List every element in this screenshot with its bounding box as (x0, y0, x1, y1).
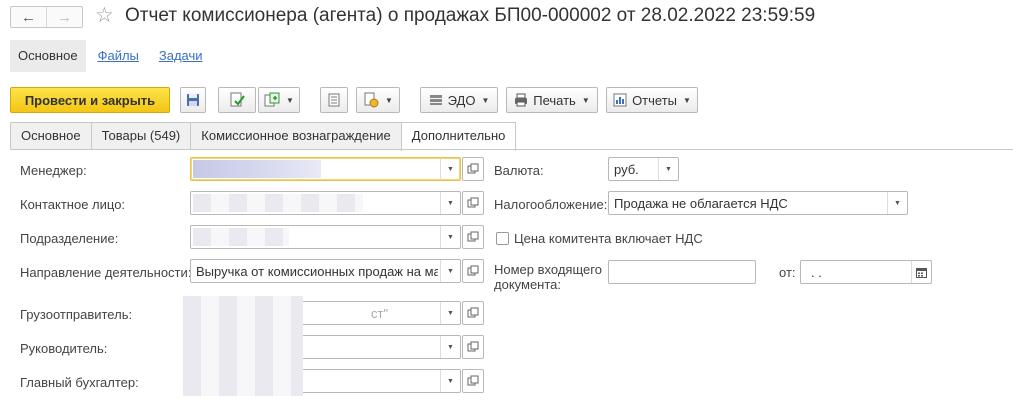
open-icon (467, 307, 479, 318)
edo-button[interactable]: ЭДО ▼ (420, 87, 498, 113)
redacted-value (193, 194, 363, 212)
redacted-block (183, 296, 303, 396)
open-icon (467, 341, 479, 352)
section-nav: Основное Файлы Задачи (10, 40, 211, 72)
chevron-down-icon[interactable]: ▼ (440, 302, 460, 324)
tab-additional[interactable]: Дополнительно (400, 122, 517, 151)
chevron-down-icon[interactable]: ▼ (887, 192, 907, 214)
nav-main[interactable]: Основное (10, 40, 86, 72)
date-value: . . (811, 265, 822, 280)
post-and-close-button[interactable]: Провести и закрыть (10, 87, 170, 113)
chevron-down-icon[interactable]: ▼ (658, 158, 678, 180)
favorite-star-icon[interactable]: ☆ (95, 4, 114, 28)
taxation-value: Продажа не облагается НДС (614, 196, 788, 211)
chevron-down-icon[interactable]: ▼ (440, 260, 460, 282)
currency-label: Валюта: (494, 163, 544, 178)
redacted-value (193, 160, 321, 178)
tab-main[interactable]: Основное (10, 122, 92, 150)
activity-field[interactable]: Выручка от комиссионных продаж на ма ▼ (190, 259, 461, 283)
reports-icon (613, 93, 627, 107)
chevron-down-icon[interactable]: ▼ (440, 192, 460, 214)
chevron-down-icon[interactable]: ▼ (440, 336, 460, 358)
form-tabs: Основное Товары (549) Комиссионное возна… (10, 122, 517, 151)
incoming-doc-date-input[interactable]: . . (800, 260, 932, 284)
incoming-doc-label-line1: Номер входящего (494, 262, 602, 277)
chevron-down-icon: ▼ (481, 95, 490, 105)
toolbar: Провести и закрыть ▼ ▼ ЭДО ▼ Печать ▼ От… (10, 87, 1010, 113)
department-field[interactable]: ▼ (190, 225, 461, 249)
reports-button[interactable]: Отчеты ▼ (606, 87, 698, 113)
edo-icon (429, 95, 442, 105)
incoming-doc-label-line2: документа: (494, 277, 561, 292)
chevron-down-icon[interactable]: ▼ (440, 158, 460, 180)
nav-tasks[interactable]: Задачи (151, 40, 211, 72)
price-includes-vat-label: Цена комитента включает НДС (514, 231, 703, 246)
save-button[interactable] (180, 87, 206, 113)
tab-divider (10, 149, 1013, 150)
contact-field[interactable]: ▼ (190, 191, 461, 215)
contact-open-button[interactable] (462, 191, 484, 215)
department-open-button[interactable] (462, 225, 484, 249)
open-icon (467, 163, 479, 174)
back-arrow-icon[interactable]: ← (11, 7, 46, 27)
post-button[interactable] (218, 87, 256, 113)
contact-label: Контактное лицо: (20, 197, 126, 212)
post-document-icon (230, 92, 245, 107)
document-settings-icon (364, 92, 379, 108)
manager-field[interactable]: ▼ (190, 157, 461, 181)
list-icon (328, 93, 340, 107)
open-icon (467, 375, 479, 386)
print-label: Печать (533, 92, 576, 108)
accountant-open-button[interactable] (462, 369, 484, 393)
shipper-value: ст" (371, 306, 389, 321)
activity-label: Направление деятельности: (20, 265, 192, 280)
tab-goods[interactable]: Товары (549) (90, 122, 192, 150)
director-open-button[interactable] (462, 335, 484, 359)
price-includes-vat-checkbox[interactable] (496, 232, 509, 245)
from-label: от: (779, 265, 796, 280)
open-icon (467, 231, 479, 242)
taxation-field[interactable]: Продажа не облагается НДС ▼ (608, 191, 908, 215)
page-title: Отчет комиссионера (агента) о продажах Б… (125, 5, 816, 26)
activity-value: Выручка от комиссионных продаж на ма (196, 264, 438, 279)
chevron-down-icon: ▼ (286, 95, 294, 105)
currency-field[interactable]: руб. ▼ (608, 157, 679, 181)
nav-buttons: ← → (10, 6, 83, 28)
director-label: Руководитель: (20, 341, 108, 356)
create-based-icon (264, 92, 280, 107)
nav-files[interactable]: Файлы (90, 40, 147, 72)
accountant-label: Главный бухгалтер: (20, 375, 139, 390)
save-icon (187, 94, 199, 106)
redacted-value (193, 228, 289, 246)
chevron-down-icon: ▼ (683, 95, 691, 105)
shipper-label: Грузоотправитель: (20, 307, 133, 322)
tab-commission[interactable]: Комиссионное вознаграждение (190, 122, 402, 150)
taxation-label: Налогообложение: (494, 197, 608, 212)
edo-label: ЭДО (447, 92, 476, 108)
open-icon (467, 265, 479, 276)
currency-value: руб. (614, 162, 639, 177)
reports-label: Отчеты (632, 92, 677, 108)
manager-open-button[interactable] (462, 157, 484, 181)
chevron-down-icon[interactable]: ▼ (440, 370, 460, 392)
calendar-icon[interactable] (911, 261, 931, 283)
forward-arrow-icon[interactable]: → (46, 7, 82, 27)
shipper-open-button[interactable] (462, 301, 484, 325)
manager-label: Менеджер: (20, 163, 87, 178)
title-bar: ← → ☆ Отчет комиссионера (агента) о прод… (0, 0, 1013, 36)
journal-button[interactable] (320, 87, 348, 113)
activity-open-button[interactable] (462, 259, 484, 283)
printer-icon (515, 93, 528, 107)
department-label: Подразделение: (20, 231, 119, 246)
chevron-down-icon: ▼ (385, 95, 393, 105)
print-button[interactable]: Печать ▼ (506, 87, 598, 113)
create-based-on-button[interactable]: ▼ (258, 87, 300, 113)
more-actions-button[interactable]: ▼ (356, 87, 400, 113)
chevron-down-icon[interactable]: ▼ (440, 226, 460, 248)
open-icon (467, 197, 479, 208)
chevron-down-icon: ▼ (581, 95, 590, 105)
incoming-doc-number-input[interactable] (608, 260, 756, 284)
